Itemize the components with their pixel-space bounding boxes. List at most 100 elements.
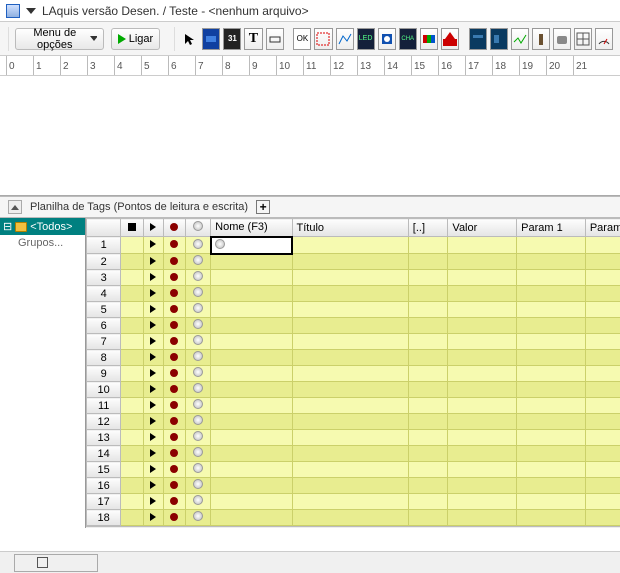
table-row[interactable]: 10(clique ou ar	[87, 382, 620, 398]
cell-titulo[interactable]	[292, 446, 408, 462]
row-number[interactable]: 17	[87, 494, 121, 510]
cell-rec[interactable]	[163, 398, 185, 414]
cell-param1[interactable]	[517, 398, 586, 414]
cell-nome[interactable]	[211, 382, 292, 398]
tool-chart-line-icon[interactable]	[336, 28, 354, 50]
col-param2[interactable]: Param 2	[585, 219, 620, 237]
cell-stop[interactable]	[121, 237, 143, 254]
cell-play[interactable]	[143, 237, 163, 254]
cell-nome[interactable]	[211, 462, 292, 478]
cell-play[interactable]	[143, 398, 163, 414]
cell-play[interactable]	[143, 462, 163, 478]
cell-dots[interactable]	[408, 302, 448, 318]
cell-stop[interactable]	[121, 366, 143, 382]
cell-opts[interactable]	[186, 510, 211, 526]
tool-date-icon[interactable]: 31	[223, 28, 241, 50]
cell-dots[interactable]	[408, 318, 448, 334]
row-number[interactable]: 15	[87, 462, 121, 478]
cell-stop[interactable]	[121, 286, 143, 302]
cell-titulo[interactable]	[292, 366, 408, 382]
cell-nome[interactable]	[211, 446, 292, 462]
cell-stop[interactable]	[121, 318, 143, 334]
cell-dots[interactable]	[408, 510, 448, 526]
row-number[interactable]: 5	[87, 302, 121, 318]
cell-param1[interactable]	[517, 366, 586, 382]
cell-valor[interactable]	[448, 334, 517, 350]
cell-valor[interactable]	[448, 462, 517, 478]
cell-titulo[interactable]	[292, 254, 408, 270]
cell-opts[interactable]	[186, 237, 211, 254]
cell-play[interactable]	[143, 510, 163, 526]
row-number[interactable]: 8	[87, 350, 121, 366]
cell-rec[interactable]	[163, 237, 185, 254]
table-row[interactable]: 1(clique ou ar	[87, 237, 620, 254]
cell-rec[interactable]	[163, 382, 185, 398]
cell-nome[interactable]	[211, 478, 292, 494]
cell-nome[interactable]	[211, 430, 292, 446]
tool-shape-icon[interactable]	[266, 28, 284, 50]
cell-stop[interactable]	[121, 382, 143, 398]
col-rec[interactable]	[163, 219, 185, 237]
tool-key-icon[interactable]: CHA	[399, 28, 417, 50]
cell-param1[interactable]	[517, 494, 586, 510]
tool-panel1-icon[interactable]	[469, 28, 487, 50]
cell-stop[interactable]	[121, 494, 143, 510]
row-number[interactable]: 4	[87, 286, 121, 302]
cell-dots[interactable]	[408, 286, 448, 302]
cell-param1[interactable]	[517, 270, 586, 286]
cell-opts[interactable]	[186, 494, 211, 510]
cell-rec[interactable]	[163, 446, 185, 462]
table-row[interactable]: 18(clique ou ar	[87, 510, 620, 526]
cell-titulo[interactable]	[292, 237, 408, 254]
tool-led-icon[interactable]: LED	[357, 28, 375, 50]
cell-rec[interactable]	[163, 462, 185, 478]
row-number[interactable]: 11	[87, 398, 121, 414]
cell-stop[interactable]	[121, 446, 143, 462]
cell-titulo[interactable]	[292, 462, 408, 478]
cell-valor[interactable]	[448, 302, 517, 318]
cell-titulo[interactable]	[292, 350, 408, 366]
row-number[interactable]: 18	[87, 510, 121, 526]
cell-param2[interactable]	[585, 302, 620, 318]
tree-node-todos[interactable]: ⊟ <Todos>	[0, 218, 85, 235]
cell-opts[interactable]	[186, 478, 211, 494]
cell-valor[interactable]	[448, 237, 517, 254]
cell-opts[interactable]	[186, 350, 211, 366]
cell-param2[interactable]	[585, 510, 620, 526]
cell-param1[interactable]	[517, 350, 586, 366]
cell-play[interactable]	[143, 382, 163, 398]
cell-stop[interactable]	[121, 510, 143, 526]
cell-param2[interactable]	[585, 494, 620, 510]
cell-stop[interactable]	[121, 270, 143, 286]
cell-param1[interactable]	[517, 478, 586, 494]
tool-select-red-icon[interactable]	[314, 28, 332, 50]
row-number[interactable]: 1	[87, 237, 121, 254]
cell-titulo[interactable]	[292, 510, 408, 526]
cell-param1[interactable]	[517, 382, 586, 398]
cell-nome[interactable]	[211, 254, 292, 270]
table-row[interactable]: 14(clique ou ar	[87, 446, 620, 462]
cell-opts[interactable]	[186, 414, 211, 430]
cell-titulo[interactable]	[292, 302, 408, 318]
tool-rgb-icon[interactable]	[420, 28, 438, 50]
cell-param1[interactable]	[517, 414, 586, 430]
cell-rec[interactable]	[163, 366, 185, 382]
col-rownum[interactable]	[87, 219, 121, 237]
cell-rec[interactable]	[163, 494, 185, 510]
cell-play[interactable]	[143, 494, 163, 510]
cell-nome[interactable]	[211, 286, 292, 302]
status-checkbox-panel[interactable]	[14, 554, 98, 572]
cell-stop[interactable]	[121, 414, 143, 430]
table-row[interactable]: 2(clique ou ar	[87, 254, 620, 270]
cell-nome[interactable]	[211, 414, 292, 430]
cell-opts[interactable]	[186, 302, 211, 318]
cell-valor[interactable]	[448, 366, 517, 382]
row-number[interactable]: 3	[87, 270, 121, 286]
table-row[interactable]: 16(clique ou ar	[87, 478, 620, 494]
tool-chart2-icon[interactable]	[511, 28, 529, 50]
cell-rec[interactable]	[163, 334, 185, 350]
cell-play[interactable]	[143, 366, 163, 382]
cell-opts[interactable]	[186, 366, 211, 382]
cell-rec[interactable]	[163, 510, 185, 526]
cell-param2[interactable]	[585, 382, 620, 398]
